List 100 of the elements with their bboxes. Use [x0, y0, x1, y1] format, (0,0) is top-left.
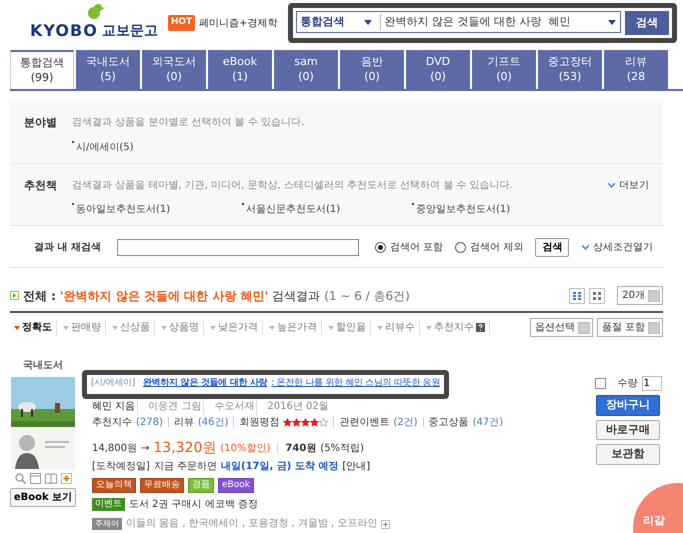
category-tab[interactable]: DVD (0): [406, 50, 470, 89]
category-tab[interactable]: 음반 (0): [340, 50, 404, 89]
list-price: 14,800원: [92, 442, 137, 456]
logo-text: KYOBO: [30, 20, 98, 42]
credit-text: 수오서재: [214, 400, 254, 414]
delivery-text: 지금 주문하면: [154, 460, 217, 474]
event-text: 도서 2권 구매시 에코백 증정: [129, 498, 258, 512]
filter-label: 추천책: [24, 178, 58, 194]
filter-option[interactable]: 서울신문추천도서(1): [242, 202, 412, 217]
window-icon[interactable]: [30, 473, 40, 484]
search-button[interactable]: 검색: [625, 11, 669, 35]
refine-search-button[interactable]: 검색: [535, 238, 570, 257]
quantity-field[interactable]: 1: [642, 376, 662, 391]
sort-option[interactable]: 신상품: [108, 320, 155, 335]
category-tab[interactable]: 국내도서 (5): [76, 50, 140, 89]
chevron-icon: [608, 182, 615, 188]
category-label: 국내도서: [23, 359, 63, 373]
filter-option[interactable]: 동아일보추천도서(1): [72, 202, 242, 217]
discount-text: (10%할인): [220, 442, 270, 456]
stat-count-link[interactable]: (46건): [198, 414, 228, 430]
bullet-icon: [10, 291, 19, 300]
sort-option[interactable]: 할인율: [324, 320, 371, 335]
quantity-label: 수량: [618, 377, 638, 391]
dropdown-arrow-icon: [608, 20, 616, 24]
star-icon: [292, 418, 302, 426]
star-icon: [301, 418, 310, 426]
more-link[interactable]: 더보기: [608, 178, 649, 192]
arrow-text: →: [141, 442, 150, 456]
cart-action-button[interactable]: 보관함: [596, 444, 660, 464]
star-icon: [283, 418, 292, 426]
sort-option[interactable]: 낮은가격: [206, 320, 263, 335]
expand-icon[interactable]: [381, 520, 390, 528]
refine-search-field[interactable]: [116, 239, 359, 256]
sort-option[interactable]: 추천지수: [422, 320, 490, 335]
book-title-link[interactable]: [시/에세이] 완벽하지 않은 것들에 대한 사랑 : 온전한 나를 위한 혜민 스님의 따뜻한 응원: [91, 378, 440, 388]
cart-action-button[interactable]: 바로구매: [596, 420, 660, 440]
dropdown-arrow-icon: [364, 20, 372, 24]
tag-badge: 오늘의책: [92, 478, 136, 493]
grid-view-icon[interactable]: [589, 288, 606, 304]
sort-option[interactable]: 높은가격: [265, 320, 322, 335]
logo-text: 교보문고: [102, 22, 158, 40]
category-tab[interactable]: eBook (1): [208, 50, 272, 89]
stat-count-link[interactable]: (278): [136, 414, 163, 430]
results-label: 전체 :: [23, 288, 56, 304]
credit-text: 2016년 02월: [267, 400, 329, 414]
cart-action-button[interactable]: 장바구니: [596, 395, 660, 416]
filter-option[interactable]: 중앙일보추천도서(1): [412, 202, 582, 217]
stat-label: 추천지수: [92, 416, 132, 430]
sort-option[interactable]: 상품명: [157, 320, 204, 335]
sale-price: 13,320원: [153, 438, 216, 458]
results-text: 검색결과: [272, 288, 320, 304]
stat-count-link[interactable]: (47건): [472, 414, 504, 430]
chevron-icon: [582, 245, 589, 250]
delivery-date: 내일(17일, 금) 도착 예정: [221, 460, 338, 474]
option-select[interactable]: 품절 포함: [596, 318, 663, 337]
info-link[interactable]: [안내]: [342, 458, 370, 474]
hot-badge: HOT: [168, 15, 196, 31]
select-checkbox[interactable]: [594, 378, 606, 389]
stat-label: 리뷰: [174, 416, 194, 430]
stat-label: 중고상품: [428, 416, 469, 430]
zoom-icon[interactable]: [14, 473, 26, 484]
category-tab[interactable]: 통합검색 (99): [10, 50, 74, 89]
category-tab[interactable]: 기프트 (0): [472, 50, 536, 89]
points-rate: (5%적립): [320, 442, 364, 456]
stat-count-link[interactable]: (2건): [393, 414, 418, 430]
sort-option[interactable]: 정확도: [10, 320, 57, 335]
floating-banner: 리갈: [633, 483, 683, 533]
delivery-label: [도착예정일]: [92, 460, 150, 474]
keyword-badge: 주제어: [92, 518, 122, 530]
plus-icon[interactable]: [60, 473, 72, 484]
filter-label: 분야별: [24, 115, 58, 131]
detail-options-link[interactable]: 상세조건열기: [582, 240, 653, 255]
scope-select[interactable]: 통합검색: [300, 14, 381, 30]
page-size-select[interactable]: 20개: [617, 286, 663, 305]
option-select[interactable]: 옵션선택: [530, 318, 593, 337]
help-icon[interactable]: [476, 323, 485, 332]
search-field[interactable]: 완벽하지 않은 것들에 대한 사랑 혜민: [384, 14, 616, 30]
credit-text: 이응견 그림: [148, 400, 202, 414]
category-tab[interactable]: sam (0): [274, 50, 338, 89]
ebook-view-button[interactable]: eBook 보기: [10, 488, 76, 507]
tag-badge: 무료배송: [140, 478, 184, 493]
category-tab[interactable]: 중고장터 (53): [538, 50, 602, 89]
tag-badge: 경품: [188, 478, 214, 493]
book-icon[interactable]: [44, 473, 56, 484]
sort-option[interactable]: 리뷰수: [373, 320, 420, 335]
event-badge: 이벤트: [92, 498, 125, 512]
results-count: (1 ~ 6 / 총6건): [324, 288, 410, 304]
points-text: 740원: [285, 442, 316, 456]
radio-option[interactable]: 검색어 포함: [374, 240, 444, 255]
query-text: '완벽하지 않은 것들에 대한 사랑 혜민': [60, 288, 268, 304]
stat-label: 관련이벤트: [339, 416, 390, 430]
filter-option[interactable]: 시/에세이(5): [72, 140, 242, 154]
list-view-icon[interactable]: [569, 288, 586, 304]
category-tab[interactable]: 외국도서 (0): [142, 50, 206, 89]
keyword-text: 이들의 몸음 , 한국에세이 , 포용경청 , 겨울밤 , 오프라인: [126, 517, 378, 531]
refine-label: 결과 내 재검색: [34, 241, 101, 255]
hot-keyword-link[interactable]: 페미니즘+경제학: [199, 16, 278, 30]
sort-option[interactable]: 판매량: [59, 320, 106, 335]
radio-option[interactable]: 검색어 제외: [455, 240, 524, 255]
category-tab[interactable]: 리뷰 (28: [604, 50, 668, 89]
